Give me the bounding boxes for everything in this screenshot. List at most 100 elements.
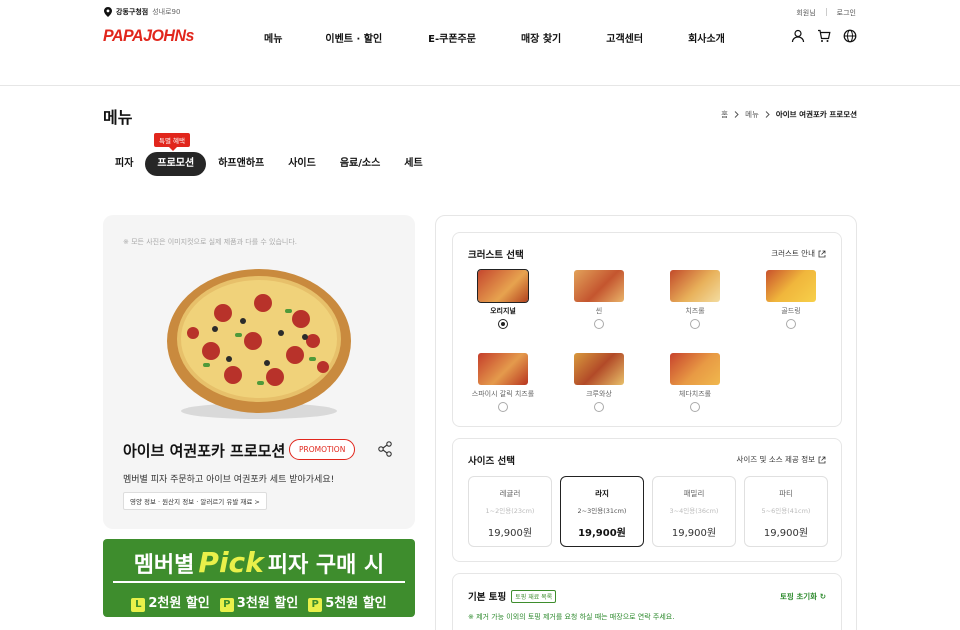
size-p-icon: P bbox=[219, 598, 234, 612]
refresh-icon: ↻ bbox=[819, 592, 826, 601]
banner-purchase: 피자 구매 시 bbox=[267, 553, 385, 578]
breadcrumb-menu[interactable]: 메뉴 bbox=[745, 109, 759, 120]
size-desc: 1~2인용(23cm) bbox=[485, 507, 535, 515]
login-link[interactable]: 로그인 bbox=[837, 8, 856, 18]
size-desc: 2~3인용(31cm) bbox=[577, 507, 627, 515]
banner-pick: Pick bbox=[198, 546, 264, 579]
crust-radio[interactable] bbox=[690, 319, 700, 329]
crust-label: 오리지널 bbox=[490, 307, 516, 315]
size-desc: 5~6인용(41cm) bbox=[761, 507, 811, 515]
page-title: 메뉴 bbox=[103, 108, 133, 127]
crust-guide-label: 크러스트 안내 bbox=[771, 249, 815, 258]
promo-banner[interactable]: 멤버별 Pick 피자 구매 시 L 2천원 할인 P 3천원 할인 P 5천원 할인 bbox=[103, 539, 415, 617]
size-price: 19,900원 bbox=[763, 528, 809, 539]
nutrition-info-button[interactable]: 영양 정보 · 원산지 정보 · 알러르기 유발 재료 > bbox=[123, 492, 267, 510]
crust-option-croissant[interactable]: 크루와상 bbox=[559, 353, 639, 412]
crust-image bbox=[477, 269, 529, 303]
topping-list-button[interactable]: 토핑 재료 목록 bbox=[511, 590, 557, 603]
breadcrumb-home[interactable]: 홈 bbox=[721, 109, 728, 120]
tab-half-and-half[interactable]: 하프앤하프 bbox=[206, 152, 276, 176]
size-option-party[interactable]: 파티 5~6인용(41cm) 19,900원 bbox=[744, 476, 828, 547]
size-name: 패밀리 bbox=[683, 489, 705, 498]
location-pin-icon bbox=[104, 7, 112, 17]
topping-title: 기본 토핑 bbox=[468, 592, 507, 603]
size-info-link[interactable]: 사이즈 및 소스 제공 정보 bbox=[736, 454, 826, 465]
discount-text: 5천원 할인 bbox=[325, 596, 387, 611]
pizza-image bbox=[167, 269, 351, 419]
banner-discounts: L 2천원 할인 P 3천원 할인 P 5천원 할인 bbox=[103, 592, 415, 612]
topping-note: ※ 제거 가능 이외의 토핑 제거를 요청 하실 때는 매장으로 연락 주세요. bbox=[468, 613, 675, 621]
crust-option-original[interactable]: 오리지널 bbox=[463, 269, 543, 329]
cart-icon[interactable] bbox=[817, 29, 831, 43]
store-name: 강동구청점 bbox=[116, 8, 149, 16]
crust-radio[interactable] bbox=[786, 319, 796, 329]
divider bbox=[825, 8, 827, 16]
size-name: 라지 bbox=[595, 489, 609, 498]
crust-section: 크러스트 선택 크러스트 안내 오리지널 씬 치즈롤 골드링 스파이시 갈릭 치… bbox=[452, 232, 842, 427]
crust-option-cheddar-roll[interactable]: 체다치즈롤 bbox=[655, 353, 735, 412]
nav-item-store-finder[interactable]: 매장 찾기 bbox=[521, 30, 561, 45]
crust-image bbox=[478, 353, 528, 385]
size-option-regular[interactable]: 레귤러 1~2인용(23cm) 19,900원 bbox=[468, 476, 552, 547]
topping-section: 기본 토핑 토핑 재료 목록 토핑 초기화 ↻ ※ 제거 가능 이외의 토핑 제거… bbox=[452, 573, 842, 630]
crust-radio[interactable] bbox=[594, 319, 604, 329]
user-icon[interactable] bbox=[791, 29, 805, 43]
discount-item: L 2천원 할인 bbox=[131, 592, 210, 612]
store-selector[interactable]: 강동구청점 성내로90 bbox=[104, 7, 180, 17]
topping-reset-label: 토핑 초기화 bbox=[779, 592, 818, 601]
crust-radio[interactable] bbox=[594, 402, 604, 412]
tab-pizza[interactable]: 피자 bbox=[103, 152, 145, 176]
nav-item-menu[interactable]: 메뉴 bbox=[264, 30, 282, 45]
globe-icon[interactable] bbox=[843, 29, 857, 43]
crust-option-spicy-garlic[interactable]: 스파이시 갈릭 치즈롤 bbox=[463, 353, 543, 412]
banner-headline: 멤버별 Pick 피자 구매 시 bbox=[103, 546, 415, 579]
nav-item-events[interactable]: 이벤트 · 할인 bbox=[325, 30, 382, 45]
discount-text: 2천원 할인 bbox=[148, 596, 210, 611]
tab-side[interactable]: 사이드 bbox=[276, 152, 328, 176]
crust-title: 크러스트 선택 bbox=[468, 250, 524, 261]
external-link-icon bbox=[818, 456, 826, 463]
crust-label: 골드링 bbox=[781, 307, 801, 315]
discount-text: 3천원 할인 bbox=[236, 596, 299, 611]
crust-image bbox=[670, 270, 720, 302]
tab-drinks-sauce[interactable]: 음료/소스 bbox=[328, 152, 392, 176]
image-notice: ※ 모든 사진은 이미지컷으로 실제 제품과 다를 수 있습니다. bbox=[123, 238, 298, 246]
size-l-icon: L bbox=[131, 598, 146, 612]
nav-item-company[interactable]: 회사소개 bbox=[688, 30, 725, 45]
size-name: 파티 bbox=[779, 489, 793, 498]
crust-guide-link[interactable]: 크러스트 안내 bbox=[771, 248, 826, 259]
topping-reset-button[interactable]: 토핑 초기화 ↻ bbox=[780, 591, 826, 602]
nav-item-ecoupon[interactable]: E-쿠폰주문 bbox=[428, 30, 476, 45]
crust-option-thin[interactable]: 씬 bbox=[559, 270, 639, 329]
size-title: 사이즈 선택 bbox=[468, 456, 516, 467]
crust-image bbox=[670, 353, 720, 385]
member-link[interactable]: 회원님 bbox=[796, 8, 815, 18]
product-title: 아이브 여권포카 프로모션 bbox=[123, 442, 286, 460]
size-section: 사이즈 선택 사이즈 및 소스 제공 정보 레귤러 1~2인용(23cm) 19… bbox=[452, 438, 842, 562]
size-option-family[interactable]: 패밀리 3~4인용(36cm) 19,900원 bbox=[652, 476, 736, 547]
nav-item-customer-center[interactable]: 고객센터 bbox=[606, 30, 643, 45]
crust-label: 스파이시 갈릭 치즈롤 bbox=[471, 390, 535, 398]
crust-radio[interactable] bbox=[498, 402, 508, 412]
utility-links: 회원님 로그인 bbox=[796, 8, 856, 18]
size-price: 19,900원 bbox=[578, 528, 626, 539]
crust-image bbox=[574, 353, 624, 385]
crust-option-gold-ring[interactable]: 골드링 bbox=[751, 270, 831, 329]
tab-set[interactable]: 세트 bbox=[392, 152, 434, 176]
product-description: 멤버별 피자 주문하고 아이브 여권포카 세트 받아가세요! bbox=[123, 475, 335, 485]
size-info-label: 사이즈 및 소스 제공 정보 bbox=[736, 455, 815, 464]
crust-radio[interactable] bbox=[498, 319, 508, 329]
share-icon[interactable] bbox=[377, 441, 393, 457]
size-price: 19,900원 bbox=[671, 528, 717, 539]
store-address: 성내로90 bbox=[152, 8, 181, 16]
chevron-right-icon bbox=[734, 111, 739, 118]
papajohns-logo[interactable]: PAPAJOHNs bbox=[103, 28, 194, 47]
size-option-large[interactable]: 라지 2~3인용(31cm) 19,900원 bbox=[560, 476, 644, 547]
topping-title-row: 기본 토핑 토핑 재료 목록 bbox=[468, 589, 557, 603]
tab-promotion[interactable]: 프로모션 bbox=[145, 152, 207, 176]
crust-radio[interactable] bbox=[690, 402, 700, 412]
main-nav: 메뉴 이벤트 · 할인 E-쿠폰주문 매장 찾기 고객센터 회사소개 bbox=[264, 30, 725, 45]
size-price: 19,900원 bbox=[487, 528, 533, 539]
site-header: 강동구청점 성내로90 회원님 로그인 PAPAJOHNs 메뉴 이벤트 · 할… bbox=[0, 0, 960, 86]
crust-option-cheese-roll[interactable]: 치즈롤 bbox=[655, 270, 735, 329]
